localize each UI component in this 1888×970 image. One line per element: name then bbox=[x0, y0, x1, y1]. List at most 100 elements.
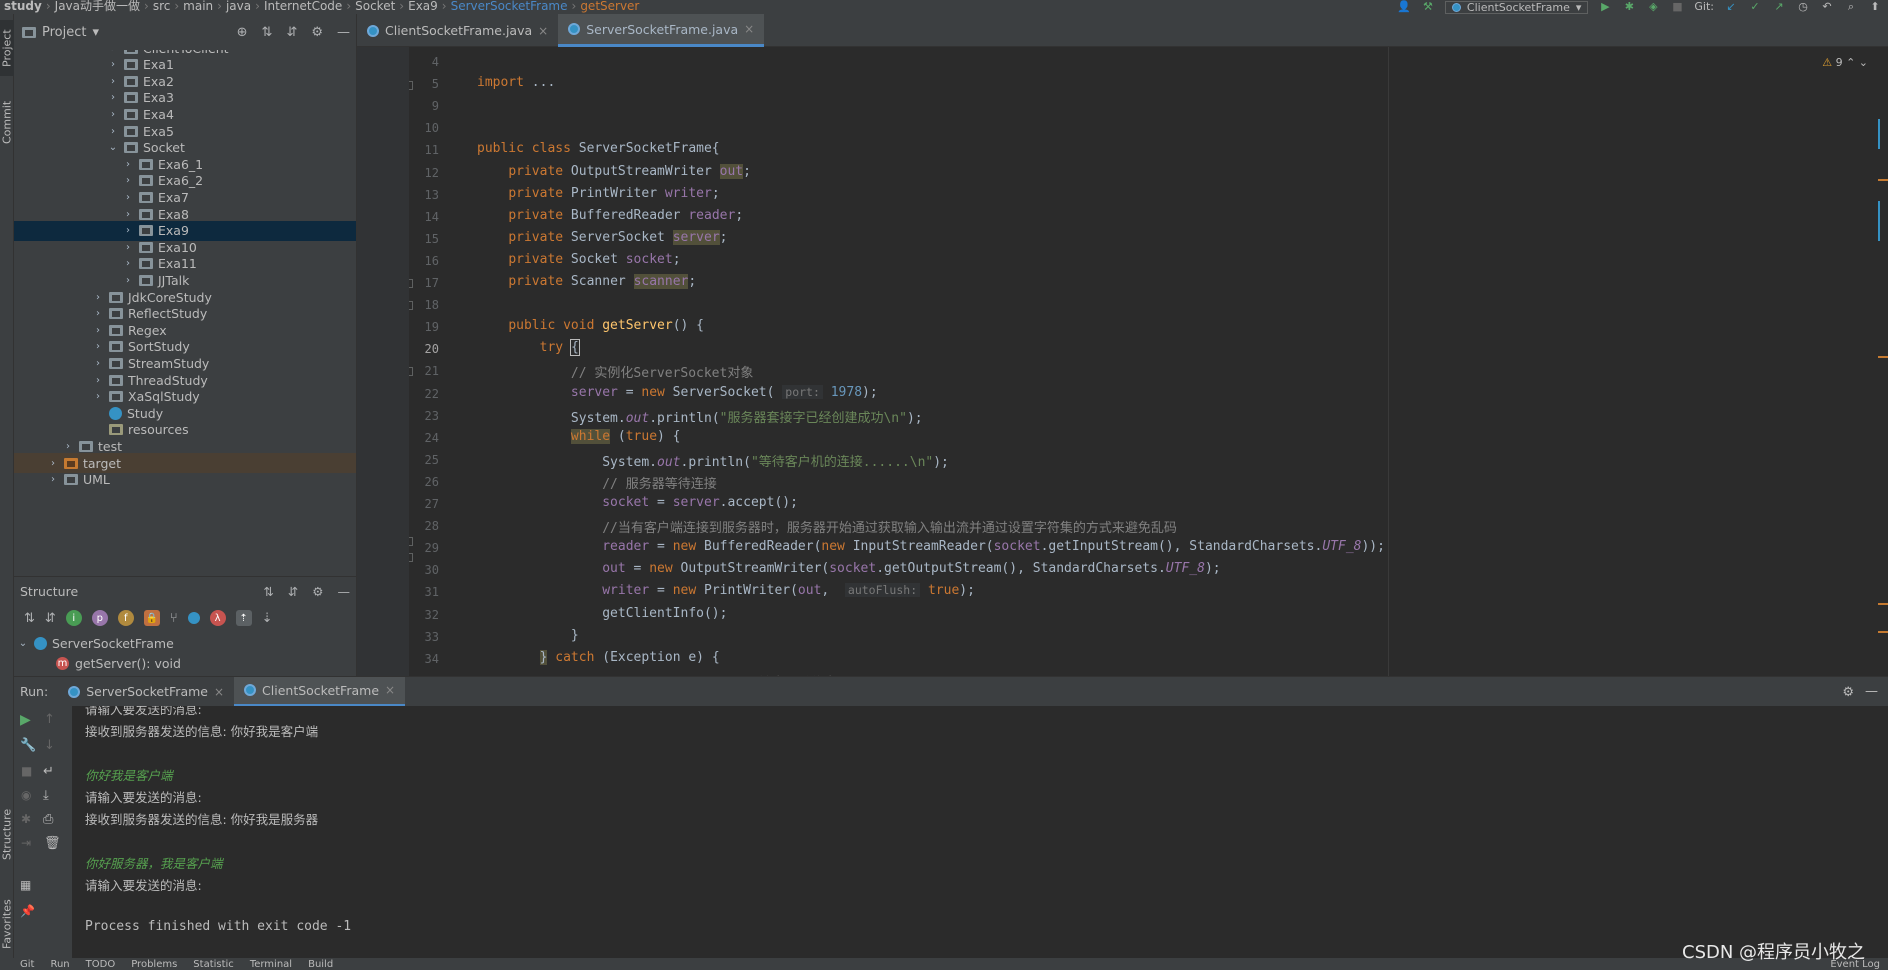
editor-tab[interactable]: ServerSocketFrame.java × bbox=[558, 14, 765, 47]
arrow-down-icon[interactable]: ↓ bbox=[44, 738, 55, 753]
show-non-public-icon[interactable]: 🔒 bbox=[143, 610, 160, 626]
chevron-right-icon[interactable]: › bbox=[106, 126, 120, 137]
code-line[interactable]: // 实例化ServerSocket对象 bbox=[477, 362, 753, 381]
autoscroll-to-source-icon[interactable]: ⇡ bbox=[235, 610, 252, 626]
code-line[interactable]: public class ServerSocketFrame{ bbox=[477, 141, 720, 156]
code-line[interactable]: } bbox=[477, 628, 579, 643]
breadcrumb-item[interactable]: Exa9 bbox=[408, 0, 438, 13]
code-line[interactable]: private BufferedReader reader; bbox=[477, 208, 743, 223]
breadcrumb-item[interactable]: Java动手做一做 bbox=[55, 0, 140, 13]
bug-icon[interactable]: ✱ bbox=[21, 812, 31, 826]
chevron-down-icon[interactable]: ⌄ bbox=[106, 142, 120, 153]
chevron-right-icon[interactable]: › bbox=[121, 242, 135, 253]
breadcrumb-item[interactable]: main bbox=[183, 0, 213, 13]
tree-item[interactable]: › UML bbox=[14, 470, 356, 490]
breadcrumb-item[interactable]: Socket bbox=[355, 0, 395, 13]
structure-tool-tab[interactable]: Structure bbox=[0, 794, 14, 874]
tool-window-button[interactable]: Run bbox=[50, 959, 69, 970]
tool-window-button[interactable]: Problems bbox=[131, 959, 177, 970]
code-line[interactable]: try { bbox=[477, 339, 580, 357]
tool-window-button[interactable]: Terminal bbox=[250, 959, 292, 970]
chevron-up-icon[interactable]: ⌃ bbox=[1846, 56, 1855, 69]
chevron-right-icon[interactable]: › bbox=[106, 76, 120, 87]
pin-icon[interactable]: 📌 bbox=[20, 904, 35, 918]
layout-icon[interactable]: ▦ bbox=[20, 878, 31, 892]
breadcrumb-item[interactable]: getServer bbox=[580, 0, 639, 13]
code-line[interactable]: out = new OutputStreamWriter(socket.getO… bbox=[477, 561, 1220, 576]
soft-wrap-icon[interactable]: ↵ bbox=[43, 764, 54, 779]
gear-icon[interactable]: ⚙ bbox=[311, 25, 323, 40]
run-console[interactable]: 请输入要发送的消息: 接收到服务器发送的信息: 你好我是客户端 你好我是客户端 请输入… bbox=[72, 706, 1888, 958]
code-line[interactable]: // 服务器等待连接 bbox=[477, 473, 716, 492]
debug-icon[interactable]: ✱ bbox=[1622, 1, 1636, 13]
close-icon[interactable]: × bbox=[538, 24, 548, 38]
minimize-icon[interactable]: — bbox=[338, 584, 351, 599]
collapse-all-icon[interactable]: ⇵ bbox=[286, 25, 297, 40]
project-tool-tab[interactable]: Project bbox=[0, 20, 14, 76]
code-line[interactable]: public void getServer() { bbox=[477, 318, 704, 333]
code-line[interactable]: private PrintWriter writer; bbox=[477, 186, 719, 201]
gear-icon[interactable]: ⚙ bbox=[1842, 685, 1854, 700]
sort-by-visibility-icon[interactable]: ⇅ bbox=[24, 611, 35, 626]
breadcrumb-item[interactable]: study bbox=[4, 0, 42, 13]
editor-tab[interactable]: ClientSocketFrame.java × bbox=[357, 14, 558, 47]
show-lambdas-icon[interactable]: ⑂ bbox=[170, 611, 178, 626]
breadcrumb-item[interactable]: src bbox=[153, 0, 171, 13]
search-icon[interactable]: ⌕ bbox=[1844, 1, 1858, 13]
chevron-right-icon[interactable]: › bbox=[121, 275, 135, 286]
code-line[interactable]: private Socket socket; bbox=[477, 252, 680, 267]
chevron-right-icon[interactable]: › bbox=[121, 209, 135, 220]
camera-icon[interactable]: ◉ bbox=[21, 788, 31, 802]
close-icon[interactable]: × bbox=[385, 683, 395, 697]
close-icon[interactable]: × bbox=[214, 685, 224, 699]
rollback-icon[interactable]: ↶ bbox=[1820, 1, 1834, 13]
breadcrumb-item[interactable]: ServerSocketFrame bbox=[451, 0, 568, 13]
code-line[interactable]: System.out.println("服务器套接字已经创建成功\n"); bbox=[477, 407, 923, 426]
chevron-down-icon[interactable]: ▾ bbox=[92, 25, 99, 40]
tool-window-button[interactable]: Git bbox=[20, 959, 34, 970]
code-line[interactable]: writer = new PrintWriter(out, autoFlush:… bbox=[477, 583, 975, 598]
commit-tool-tab[interactable]: Commit bbox=[0, 94, 14, 150]
git-push-icon[interactable]: ↗ bbox=[1772, 1, 1786, 13]
trash-icon[interactable]: 🗑 bbox=[44, 836, 61, 851]
arrow-up-icon[interactable]: ↑ bbox=[44, 712, 55, 727]
code-line[interactable]: } catch (Exception e) { bbox=[477, 649, 720, 665]
git-commit-icon[interactable]: ✓ bbox=[1748, 1, 1762, 13]
collapse-all-icon[interactable]: ⇵ bbox=[288, 584, 298, 599]
chevron-right-icon[interactable]: › bbox=[121, 192, 135, 203]
run-tab[interactable]: ClientSocketFrame × bbox=[234, 676, 406, 707]
print-icon[interactable]: ⎙ bbox=[43, 812, 53, 827]
chevron-right-icon[interactable]: › bbox=[121, 159, 135, 170]
chevron-right-icon[interactable]: › bbox=[91, 341, 105, 352]
coverage-icon[interactable]: ◈ bbox=[1646, 1, 1660, 13]
inspection-widget[interactable]: ⚠ 9 ⌃ ⌄ bbox=[1822, 56, 1868, 69]
breadcrumb-item[interactable]: java bbox=[226, 0, 251, 13]
close-icon[interactable]: × bbox=[744, 22, 754, 36]
minimize-icon[interactable]: — bbox=[337, 25, 350, 40]
chevron-right-icon[interactable]: › bbox=[91, 375, 105, 386]
code-line[interactable]: System.out.println("等待客户机的连接......\n"); bbox=[477, 451, 949, 470]
code-line[interactable]: server = new ServerSocket( port: 1978); bbox=[477, 384, 878, 400]
exit-icon[interactable]: ⇥ bbox=[21, 836, 31, 850]
autoscroll-from-source-icon[interactable]: ⇣ bbox=[262, 611, 273, 626]
build-hammer-icon[interactable]: ⚒ bbox=[1421, 1, 1435, 13]
chevron-right-icon[interactable]: › bbox=[121, 225, 135, 236]
user-icon[interactable]: 👤 bbox=[1397, 1, 1411, 13]
code-line[interactable]: getClientInfo(); bbox=[477, 606, 727, 621]
chevron-right-icon[interactable]: › bbox=[121, 258, 135, 269]
code-line[interactable]: import ... bbox=[477, 75, 555, 90]
locate-icon[interactable]: ⊕ bbox=[237, 25, 248, 40]
sort-alphabetically-icon[interactable]: ⇵ bbox=[45, 611, 56, 626]
chevron-right-icon[interactable]: › bbox=[91, 358, 105, 369]
chevron-right-icon[interactable]: › bbox=[106, 59, 120, 70]
run-configuration-select[interactable]: ClientSocketFrame ▾ bbox=[1444, 0, 1589, 14]
history-icon[interactable]: ◷ bbox=[1796, 1, 1810, 13]
chevron-right-icon[interactable]: › bbox=[91, 325, 105, 336]
expand-all-icon[interactable]: ⇅ bbox=[262, 25, 273, 40]
fold-marker-icon[interactable] bbox=[409, 301, 413, 310]
code-line[interactable]: socket = server.accept(); bbox=[477, 495, 798, 510]
fold-marker-icon[interactable] bbox=[409, 537, 413, 546]
chevron-right-icon[interactable]: › bbox=[91, 292, 105, 303]
code-line[interactable]: //当有客户端连接到服务器时，服务器开始通过获取输入输出流并通过设置字符集的方式… bbox=[477, 517, 1177, 536]
stop-icon[interactable]: ■ bbox=[21, 764, 32, 778]
